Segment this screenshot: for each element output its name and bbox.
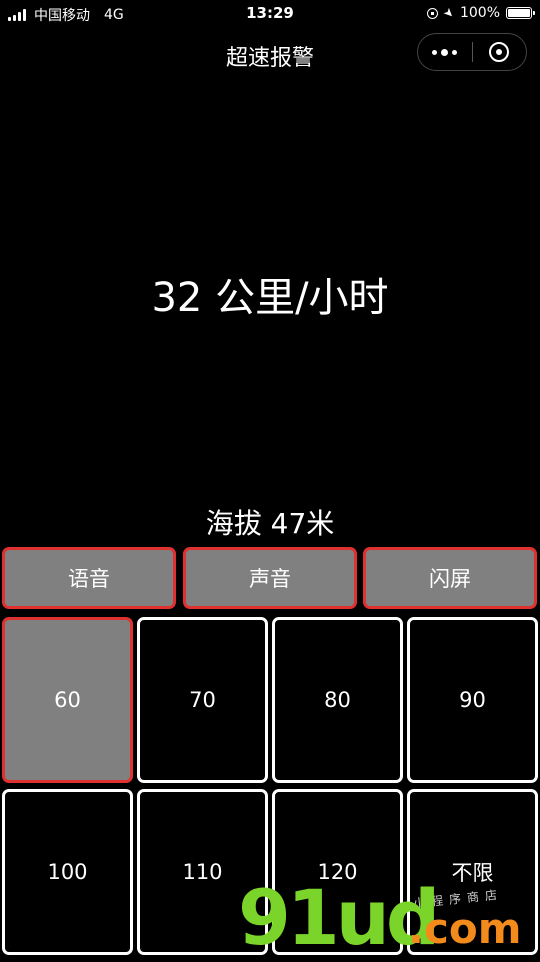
current-speed: 32 公里/小时 — [151, 275, 389, 321]
limit-unlimited-button[interactable]: 不限 — [407, 789, 538, 955]
battery-percent: 100% — [459, 5, 500, 21]
location-arrow-icon: ➤ — [440, 4, 458, 22]
status-right: ➤ 100% — [426, 4, 535, 22]
more-button[interactable] — [418, 34, 472, 70]
orientation-lock-icon — [426, 7, 438, 19]
battery-level — [508, 9, 530, 17]
limit-100-button[interactable]: 100 — [2, 789, 133, 955]
limit-90-button[interactable]: 90 — [407, 617, 538, 783]
battery-icon — [506, 7, 535, 19]
alert-mode-row: 语音 声音 闪屏 — [0, 545, 540, 613]
limit-60-button[interactable]: 60 — [2, 617, 133, 783]
mini-program-capsule — [417, 33, 527, 71]
status-bar: 中国移动 4G 13:29 ➤ 100% — [0, 0, 540, 28]
limit-120-button[interactable]: 120 — [272, 789, 403, 955]
mode-sound-button[interactable]: 声音 — [183, 547, 357, 609]
mode-flash-button[interactable]: 闪屏 — [363, 547, 537, 609]
close-button[interactable] — [473, 34, 527, 70]
limit-70-button[interactable]: 70 — [137, 617, 268, 783]
mode-voice-button[interactable]: 语音 — [2, 547, 176, 609]
limit-110-button[interactable]: 110 — [137, 789, 268, 955]
limit-80-button[interactable]: 80 — [272, 617, 403, 783]
altitude: 海拔 47米 — [205, 507, 335, 540]
close-target-icon — [489, 42, 510, 62]
